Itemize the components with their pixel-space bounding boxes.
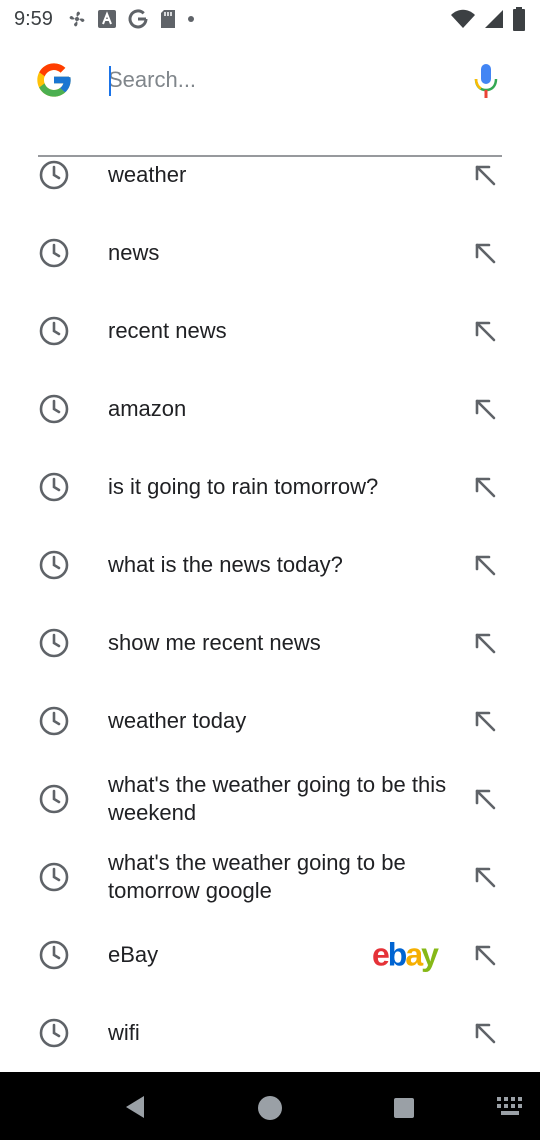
history-clock-icon	[38, 627, 70, 659]
history-clock-icon	[38, 471, 70, 503]
history-clock-icon	[38, 393, 70, 425]
history-clock-icon	[38, 237, 70, 269]
suggestion-text: news	[108, 240, 160, 265]
history-clock-icon	[38, 861, 70, 893]
text-cursor	[109, 66, 111, 96]
home-icon[interactable]	[256, 1094, 284, 1122]
fill-query-arrow-icon[interactable]	[470, 1018, 500, 1048]
dot-icon	[187, 16, 194, 22]
suggestion-item[interactable]: what is the news today?	[0, 526, 540, 604]
navigation-bar	[0, 1072, 540, 1140]
suggestion-text: what's the weather going to be this week…	[108, 772, 447, 825]
status-icons-left	[67, 8, 195, 30]
suggestion-item[interactable]: is it going to rain tomorrow?	[0, 448, 540, 526]
fill-query-arrow-icon[interactable]	[470, 706, 500, 736]
fill-query-arrow-icon[interactable]	[470, 160, 500, 190]
status-bar: 9:59	[0, 0, 540, 38]
status-icons-right	[450, 7, 526, 31]
fill-query-arrow-icon[interactable]	[470, 238, 500, 268]
history-clock-icon	[38, 315, 70, 347]
keyboard-icon[interactable]	[496, 1096, 524, 1118]
suggestion-item[interactable]: what's the weather going to be tomorrow …	[0, 838, 540, 916]
history-clock-icon	[38, 705, 70, 737]
fill-query-arrow-icon[interactable]	[470, 472, 500, 502]
history-clock-icon	[38, 159, 70, 191]
google-g-icon	[128, 9, 148, 29]
microphone-icon[interactable]	[472, 62, 500, 100]
suggestion-text: is it going to rain tomorrow?	[108, 474, 379, 499]
fill-query-arrow-icon[interactable]	[470, 394, 500, 424]
suggestion-item[interactable]: eBay ebay	[0, 916, 540, 994]
fill-query-arrow-icon[interactable]	[470, 862, 500, 892]
suggestion-item[interactable]: show me recent news	[0, 604, 540, 682]
suggestion-item[interactable]: what's the weather going to be this week…	[0, 760, 540, 838]
fill-query-arrow-icon[interactable]	[470, 316, 500, 346]
suggestion-text: weather today	[108, 708, 247, 733]
suggestion-text: recent news	[108, 318, 227, 343]
suggestion-item[interactable]: weather	[0, 136, 540, 214]
suggestion-item[interactable]: news	[0, 214, 540, 292]
suggestion-item[interactable]: weather today	[0, 682, 540, 760]
a-icon	[97, 10, 116, 28]
suggestion-text: what's the weather going to be tomorrow …	[108, 850, 406, 903]
suggestion-text: weather	[108, 162, 187, 187]
ebay-logo-icon: ebay	[372, 936, 439, 973]
recent-apps-icon[interactable]	[392, 1096, 416, 1120]
suggestion-text: what is the news today?	[108, 552, 343, 577]
suggestion-item[interactable]: recent news	[0, 292, 540, 370]
back-icon[interactable]	[122, 1094, 148, 1120]
signal-icon	[485, 10, 503, 28]
suggestion-text: show me recent news	[108, 630, 321, 655]
suggestion-text: amazon	[108, 396, 187, 421]
history-clock-icon	[38, 1017, 70, 1049]
fill-query-arrow-icon[interactable]	[470, 628, 500, 658]
fill-query-arrow-icon[interactable]	[470, 940, 500, 970]
suggestion-text: wifi	[108, 1020, 140, 1045]
suggestion-list: weather news recent news amazon is it going …	[0, 136, 540, 1072]
fill-query-arrow-icon[interactable]	[470, 784, 500, 814]
google-logo-icon	[37, 63, 71, 97]
fill-query-arrow-icon[interactable]	[470, 550, 500, 580]
history-clock-icon	[38, 939, 70, 971]
battery-icon	[513, 7, 525, 31]
sd-card-icon	[160, 10, 175, 28]
history-clock-icon	[38, 549, 70, 581]
suggestion-item[interactable]: amazon	[0, 370, 540, 448]
history-clock-icon	[38, 783, 70, 815]
search-bar	[0, 40, 540, 157]
status-time: 9:59	[14, 7, 53, 30]
fan-icon	[69, 11, 85, 27]
wifi-icon	[451, 9, 475, 28]
search-input[interactable]	[108, 58, 448, 102]
suggestion-item[interactable]: wifi	[0, 994, 540, 1072]
